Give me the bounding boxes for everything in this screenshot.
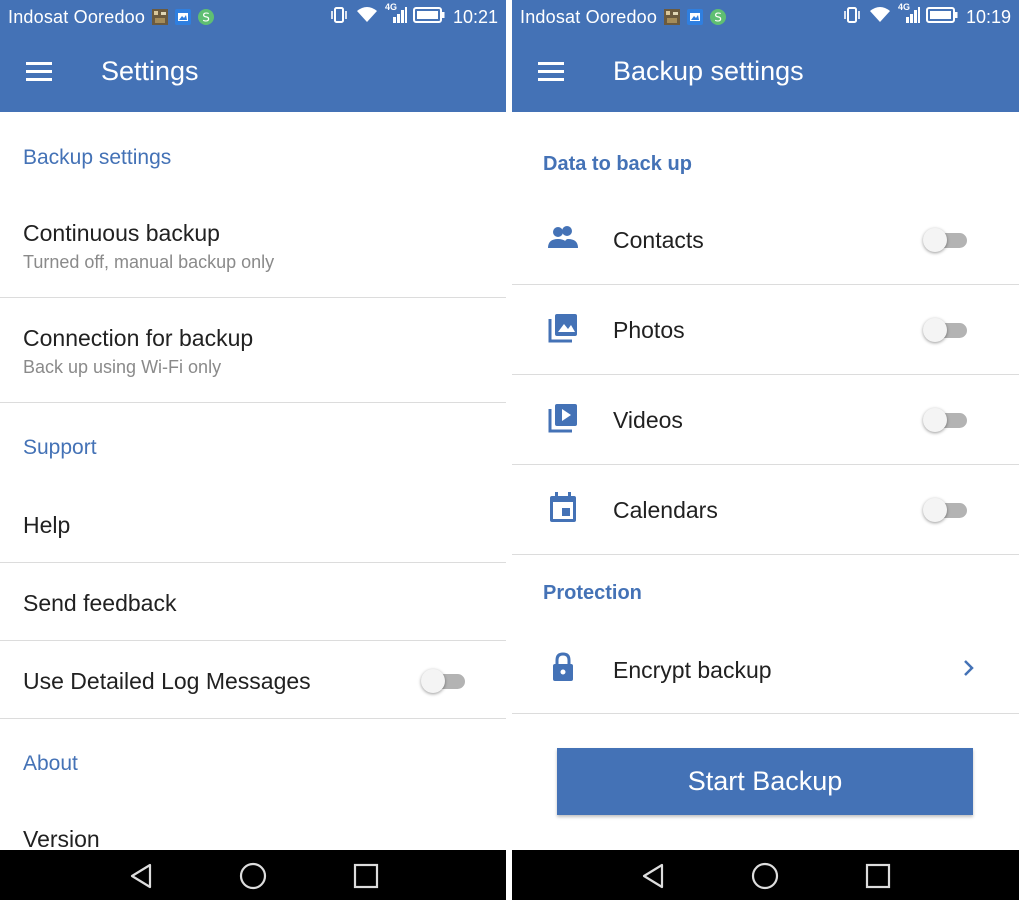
photos-toggle[interactable] xyxy=(923,318,971,342)
section-header-data-to-back-up: Data to back up xyxy=(543,153,692,175)
s-app-notification-icon: S xyxy=(197,8,215,26)
back-icon[interactable] xyxy=(640,862,668,890)
app-bar: Backup settings xyxy=(512,34,1019,112)
photos-icon xyxy=(546,311,580,345)
app-bar: Settings xyxy=(0,34,506,112)
divider xyxy=(512,713,1019,714)
divider xyxy=(512,554,1019,555)
item-title: Continuous backup xyxy=(23,220,220,246)
wifi-icon xyxy=(868,6,892,29)
clock: 10:21 xyxy=(452,6,498,27)
calendar-icon xyxy=(546,491,580,525)
vibrate-icon xyxy=(842,6,862,29)
back-icon[interactable] xyxy=(128,862,156,890)
signal-icon: 4G xyxy=(385,2,407,29)
start-backup-button[interactable]: Start Backup xyxy=(557,748,973,815)
hamburger-menu-icon[interactable] xyxy=(26,62,52,82)
calendars-item[interactable]: Calendars xyxy=(512,465,1019,554)
divider xyxy=(0,402,506,403)
s-app-notification-icon: S xyxy=(709,8,727,26)
game-notification-icon xyxy=(151,8,169,26)
clock: 10:19 xyxy=(965,6,1011,27)
home-icon[interactable] xyxy=(751,862,779,890)
system-navigation-bar xyxy=(0,850,506,900)
calendars-toggle[interactable] xyxy=(923,498,971,522)
item-label: Videos xyxy=(613,407,683,433)
game-notification-icon xyxy=(663,8,681,26)
item-title: Help xyxy=(23,512,71,538)
vibrate-icon xyxy=(329,6,349,29)
backup-settings-list: Data to back up Contacts Photos Videos C… xyxy=(512,112,1019,850)
section-header-protection: Protection xyxy=(543,582,642,604)
item-title: Use Detailed Log Messages xyxy=(23,668,311,694)
item-title: Version xyxy=(23,826,100,852)
videos-item[interactable]: Videos xyxy=(512,375,1019,464)
signal-icon: 4G xyxy=(898,2,920,29)
carrier-name: Indosat Ooredoo xyxy=(8,6,146,27)
photos-item[interactable]: Photos xyxy=(512,285,1019,374)
status-bar: Indosat Ooredoo S 4G 10:21 xyxy=(0,0,506,34)
gallery-notification-icon xyxy=(174,8,192,26)
section-header-backup-settings: Backup settings xyxy=(23,146,172,169)
network-type-label: 4G xyxy=(384,1,397,12)
network-type-label: 4G xyxy=(897,1,910,12)
videos-toggle[interactable] xyxy=(923,408,971,432)
status-bar: Indosat Ooredoo S 4G 10:19 xyxy=(512,0,1019,34)
item-label: Contacts xyxy=(613,227,704,253)
chevron-right-icon xyxy=(961,657,977,679)
item-title: Send feedback xyxy=(23,590,177,616)
home-icon[interactable] xyxy=(239,862,267,890)
item-label: Calendars xyxy=(613,497,718,523)
backup-settings-screen: Indosat Ooredoo S 4G 10:19 Backup settin… xyxy=(512,0,1019,900)
send-feedback-item[interactable]: Send feedback xyxy=(0,563,506,640)
page-title: Settings xyxy=(101,56,199,86)
recents-icon[interactable] xyxy=(352,862,380,890)
section-header-support: Support xyxy=(23,436,97,459)
continuous-backup-item[interactable]: Continuous backup Turned off, manual bac… xyxy=(0,202,506,298)
detailed-log-toggle[interactable] xyxy=(421,669,469,693)
contacts-toggle[interactable] xyxy=(923,228,971,252)
connection-for-backup-item[interactable]: Connection for backup Back up using Wi-F… xyxy=(0,298,506,402)
item-label: Encrypt backup xyxy=(613,657,772,683)
settings-screen: Indosat Ooredoo S 4G 10:21 Settings Back… xyxy=(0,0,506,900)
item-subtitle: Back up using Wi-Fi only xyxy=(23,357,222,377)
item-subtitle: Turned off, manual backup only xyxy=(23,252,275,272)
contacts-icon xyxy=(546,222,580,256)
gallery-notification-icon xyxy=(686,8,704,26)
contacts-item[interactable]: Contacts xyxy=(512,194,1019,284)
lock-icon xyxy=(546,650,580,684)
divider xyxy=(0,718,506,719)
system-navigation-bar xyxy=(512,850,1019,900)
recents-icon[interactable] xyxy=(864,862,892,890)
videos-icon xyxy=(546,401,580,435)
item-title: Connection for backup xyxy=(23,325,254,351)
battery-icon xyxy=(925,6,958,29)
help-item[interactable]: Help xyxy=(0,484,506,562)
detailed-log-item[interactable]: Use Detailed Log Messages xyxy=(0,641,506,718)
carrier-name: Indosat Ooredoo xyxy=(520,6,658,27)
page-title: Backup settings xyxy=(613,56,804,86)
battery-icon xyxy=(412,6,445,29)
wifi-icon xyxy=(355,6,379,29)
svg-text:S: S xyxy=(202,11,210,25)
svg-text:S: S xyxy=(714,11,722,25)
encrypt-backup-item[interactable]: Encrypt backup xyxy=(512,622,1019,714)
item-label: Photos xyxy=(613,317,685,343)
settings-list: Backup settings Continuous backup Turned… xyxy=(0,112,506,852)
hamburger-menu-icon[interactable] xyxy=(538,62,564,82)
section-header-about: About xyxy=(23,752,78,775)
